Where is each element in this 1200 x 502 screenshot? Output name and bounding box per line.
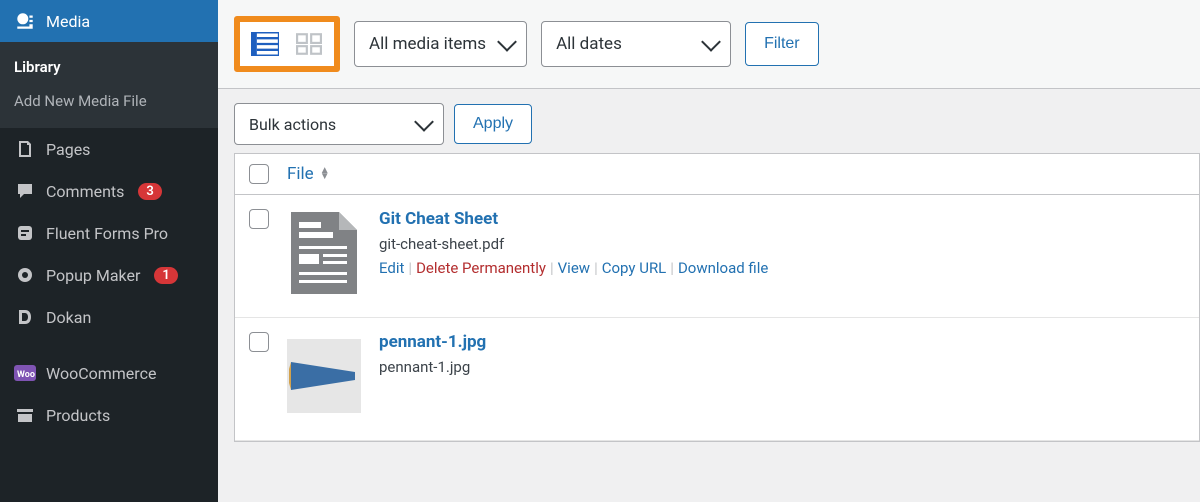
sidebar-item-dokan[interactable]: Dokan bbox=[0, 296, 218, 338]
filter-toolbar: All media items All dates Filter bbox=[218, 0, 1200, 89]
image-thumbnail bbox=[287, 339, 361, 413]
popup-maker-icon bbox=[14, 264, 36, 286]
sidebar-label: Pages bbox=[46, 140, 90, 159]
sidebar-item-comments[interactable]: Comments 3 bbox=[0, 170, 218, 212]
file-thumbnail bbox=[287, 209, 361, 297]
view-link[interactable]: View bbox=[558, 259, 590, 277]
table-row: pennant-1.jpg pennant-1.jpg bbox=[235, 318, 1199, 441]
row-checkbox[interactable] bbox=[249, 332, 269, 352]
admin-sidebar: Media Library Add New Media File Pages C… bbox=[0, 0, 218, 502]
file-name: git-cheat-sheet.pdf bbox=[379, 235, 768, 253]
table-header: File ▲▼ bbox=[235, 154, 1199, 195]
sidebar-label: WooCommerce bbox=[46, 364, 156, 383]
file-info: pennant-1.jpg pennant-1.jpg bbox=[379, 332, 486, 376]
media-table: File ▲▼ bbox=[234, 153, 1200, 442]
submenu-library[interactable]: Library bbox=[0, 50, 218, 84]
bulk-actions-select[interactable]: Bulk actions bbox=[234, 103, 444, 145]
fluent-forms-icon bbox=[14, 222, 36, 244]
svg-text:Woo: Woo bbox=[17, 370, 35, 380]
document-icon bbox=[289, 210, 359, 296]
sidebar-label: Products bbox=[46, 406, 110, 425]
grid-view-button[interactable] bbox=[292, 30, 326, 58]
file-name: pennant-1.jpg bbox=[379, 358, 486, 376]
sidebar-label: Dokan bbox=[46, 308, 91, 327]
sidebar-separator bbox=[0, 338, 218, 352]
products-icon bbox=[14, 404, 36, 426]
sidebar-label: Media bbox=[46, 12, 90, 31]
media-type-filter[interactable]: All media items bbox=[354, 21, 527, 67]
sidebar-item-media[interactable]: Media bbox=[0, 0, 218, 42]
sidebar-item-popup-maker[interactable]: Popup Maker 1 bbox=[0, 254, 218, 296]
pages-icon bbox=[14, 138, 36, 160]
file-title-link[interactable]: pennant-1.jpg bbox=[379, 332, 486, 352]
sidebar-item-fluent-forms[interactable]: Fluent Forms Pro bbox=[0, 212, 218, 254]
sidebar-label: Popup Maker bbox=[46, 266, 140, 285]
file-thumbnail bbox=[287, 332, 361, 420]
sidebar-label: Fluent Forms Pro bbox=[46, 224, 168, 243]
file-title-link[interactable]: Git Cheat Sheet bbox=[379, 209, 768, 229]
comments-badge: 3 bbox=[138, 183, 161, 200]
sidebar-item-products[interactable]: Products bbox=[0, 394, 218, 436]
popup-badge: 1 bbox=[154, 267, 177, 284]
table-row: Git Cheat Sheet git-cheat-sheet.pdf Edit… bbox=[235, 195, 1199, 318]
woocommerce-icon: Woo bbox=[14, 362, 36, 384]
delete-link[interactable]: Delete Permanently bbox=[416, 259, 546, 277]
media-submenu: Library Add New Media File bbox=[0, 42, 218, 128]
main-content: All media items All dates Filter Bulk ac… bbox=[218, 0, 1200, 502]
media-icon bbox=[14, 10, 36, 32]
list-view-button[interactable] bbox=[248, 30, 282, 58]
copy-url-link[interactable]: Copy URL bbox=[602, 259, 667, 277]
filter-button[interactable]: Filter bbox=[745, 22, 819, 66]
file-info: Git Cheat Sheet git-cheat-sheet.pdf Edit… bbox=[379, 209, 768, 277]
dokan-icon bbox=[14, 306, 36, 328]
sidebar-label: Comments bbox=[46, 182, 124, 201]
apply-button[interactable]: Apply bbox=[454, 104, 532, 144]
sidebar-item-pages[interactable]: Pages bbox=[0, 128, 218, 170]
submenu-add-new[interactable]: Add New Media File bbox=[0, 84, 218, 118]
download-link[interactable]: Download file bbox=[678, 259, 768, 277]
row-actions: Edit|Delete Permanently|View|Copy URL|Do… bbox=[379, 259, 768, 277]
comments-icon bbox=[14, 180, 36, 202]
view-switch-highlight bbox=[234, 16, 340, 72]
select-all-checkbox[interactable] bbox=[249, 164, 269, 184]
row-checkbox[interactable] bbox=[249, 209, 269, 229]
bulk-actions-row: Bulk actions Apply bbox=[218, 89, 1200, 153]
edit-link[interactable]: Edit bbox=[379, 259, 404, 277]
sort-icon: ▲▼ bbox=[320, 168, 330, 180]
date-filter[interactable]: All dates bbox=[541, 21, 731, 67]
sidebar-item-woocommerce[interactable]: Woo WooCommerce bbox=[0, 352, 218, 394]
column-file[interactable]: File ▲▼ bbox=[287, 164, 330, 184]
